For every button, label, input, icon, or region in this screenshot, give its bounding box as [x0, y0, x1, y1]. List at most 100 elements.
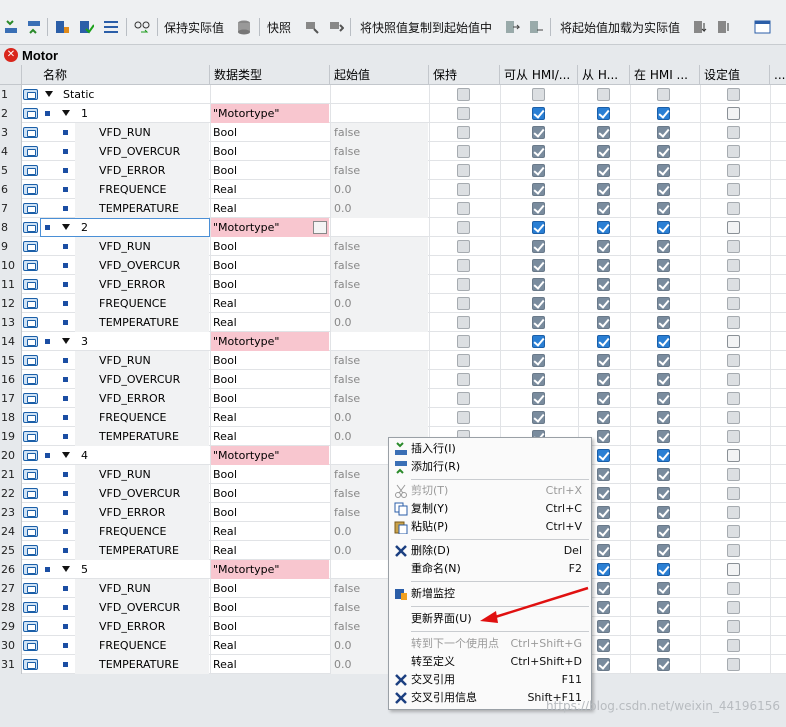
checkbox[interactable]: [597, 164, 610, 177]
checkbox[interactable]: [597, 620, 610, 633]
list-icon[interactable]: [103, 17, 119, 37]
row-number[interactable]: 21: [0, 465, 22, 484]
checkbox[interactable]: [457, 259, 470, 272]
member-name[interactable]: VFD_RUN: [99, 351, 151, 370]
menu-copy[interactable]: 复制(Y) Ctrl+C: [389, 500, 591, 518]
data-type-cell[interactable]: Real: [210, 180, 329, 199]
checkbox[interactable]: [657, 145, 670, 158]
checkbox[interactable]: [657, 259, 670, 272]
row-number[interactable]: 13: [0, 313, 22, 332]
data-type-cell[interactable]: Bool: [210, 617, 329, 636]
checkbox[interactable]: [597, 297, 610, 310]
checkbox[interactable]: [597, 430, 610, 443]
header-visible-hmi[interactable]: 在 HMI ...: [630, 65, 700, 85]
row-number[interactable]: 12: [0, 294, 22, 313]
table-row[interactable]: 14 3 "Motortype": [0, 332, 786, 351]
menu-cut[interactable]: 剪切(T) Ctrl+X: [389, 482, 591, 500]
checkbox[interactable]: [727, 601, 740, 614]
start-value-cell[interactable]: false: [330, 142, 428, 161]
checkbox[interactable]: [727, 202, 740, 215]
data-type-cell[interactable]: Bool: [210, 123, 329, 142]
checkbox[interactable]: [457, 316, 470, 329]
header-retain[interactable]: 保持: [429, 65, 500, 85]
checkbox[interactable]: [597, 506, 610, 519]
load-2-icon[interactable]: [716, 17, 732, 37]
member-name[interactable]: FREQUENCE: [99, 294, 166, 313]
row-number[interactable]: 1: [0, 85, 22, 104]
checkbox[interactable]: [532, 221, 545, 234]
checkbox[interactable]: [532, 373, 545, 386]
row-number[interactable]: 10: [0, 256, 22, 275]
row-number[interactable]: 23: [0, 503, 22, 522]
checkbox[interactable]: [532, 392, 545, 405]
row-number[interactable]: 25: [0, 541, 22, 560]
member-name[interactable]: FREQUENCE: [99, 408, 166, 427]
checkbox[interactable]: [597, 582, 610, 595]
row-number[interactable]: 18: [0, 408, 22, 427]
checkbox[interactable]: [597, 373, 610, 386]
checkbox[interactable]: [457, 126, 470, 139]
member-name[interactable]: TEMPERATURE: [99, 427, 179, 446]
data-type-cell[interactable]: Real: [210, 636, 329, 655]
struct-name[interactable]: 4: [81, 446, 88, 465]
checkbox[interactable]: [532, 316, 545, 329]
header-more[interactable]: ...: [770, 65, 786, 85]
checkbox[interactable]: [727, 620, 740, 633]
checkbox[interactable]: [657, 202, 670, 215]
checkbox[interactable]: [597, 202, 610, 215]
snapshot-button[interactable]: 快照: [267, 17, 291, 37]
start-value-cell[interactable]: 0.0: [330, 313, 428, 332]
add-row-icon[interactable]: [26, 17, 42, 37]
selected-name-cell[interactable]: [40, 218, 210, 237]
db-icon[interactable]: [236, 17, 252, 37]
checkbox[interactable]: [532, 126, 545, 139]
checkbox[interactable]: [727, 126, 740, 139]
checkbox[interactable]: [597, 221, 610, 234]
data-type-cell[interactable]: "Motortype": [210, 332, 329, 351]
data-type-cell[interactable]: "Motortype": [210, 104, 329, 123]
checkbox[interactable]: [727, 639, 740, 652]
checkbox[interactable]: [657, 506, 670, 519]
member-name[interactable]: VFD_ERROR: [99, 617, 165, 636]
start-value-cell[interactable]: false: [330, 237, 428, 256]
member-name[interactable]: TEMPERATURE: [99, 541, 179, 560]
checkbox[interactable]: [597, 335, 610, 348]
checkbox[interactable]: [657, 107, 670, 120]
checkbox[interactable]: [532, 259, 545, 272]
checkbox[interactable]: [727, 164, 740, 177]
checkbox[interactable]: [657, 221, 670, 234]
checkbox[interactable]: [532, 354, 545, 367]
member-name[interactable]: TEMPERATURE: [99, 313, 179, 332]
struct-name[interactable]: 5: [81, 560, 88, 579]
table-row[interactable]: 16 VFD_OVERCUR Bool false: [0, 370, 786, 389]
member-name[interactable]: VFD_RUN: [99, 123, 151, 142]
insert-row-icon[interactable]: [3, 17, 19, 37]
header-accessible-hmi[interactable]: 可从 HMI/...: [500, 65, 578, 85]
checkbox[interactable]: [657, 392, 670, 405]
checkbox[interactable]: [532, 240, 545, 253]
data-type-cell[interactable]: Real: [210, 313, 329, 332]
start-value-cell[interactable]: false: [330, 370, 428, 389]
checkbox[interactable]: [597, 126, 610, 139]
row-number[interactable]: 9: [0, 237, 22, 256]
member-name[interactable]: TEMPERATURE: [99, 655, 179, 674]
data-type-cell[interactable]: Bool: [210, 598, 329, 617]
data-type-cell[interactable]: "Motortype": [210, 218, 329, 237]
row-number[interactable]: 8: [0, 218, 22, 237]
row-number[interactable]: 15: [0, 351, 22, 370]
checkbox[interactable]: [657, 354, 670, 367]
member-name[interactable]: TEMPERATURE: [99, 199, 179, 218]
data-type-cell[interactable]: Bool: [210, 484, 329, 503]
row-number[interactable]: 26: [0, 560, 22, 579]
checkbox[interactable]: [457, 202, 470, 215]
table-row[interactable]: 10 VFD_OVERCUR Bool false: [0, 256, 786, 275]
data-type-cell[interactable]: Bool: [210, 579, 329, 598]
member-name[interactable]: VFD_ERROR: [99, 503, 165, 522]
start-value-cell[interactable]: false: [330, 389, 428, 408]
table-row[interactable]: 9 VFD_RUN Bool false: [0, 237, 786, 256]
checkbox[interactable]: [457, 145, 470, 158]
row-number[interactable]: 27: [0, 579, 22, 598]
row-number[interactable]: 2: [0, 104, 22, 123]
row-number[interactable]: 30: [0, 636, 22, 655]
checkbox[interactable]: [657, 563, 670, 576]
